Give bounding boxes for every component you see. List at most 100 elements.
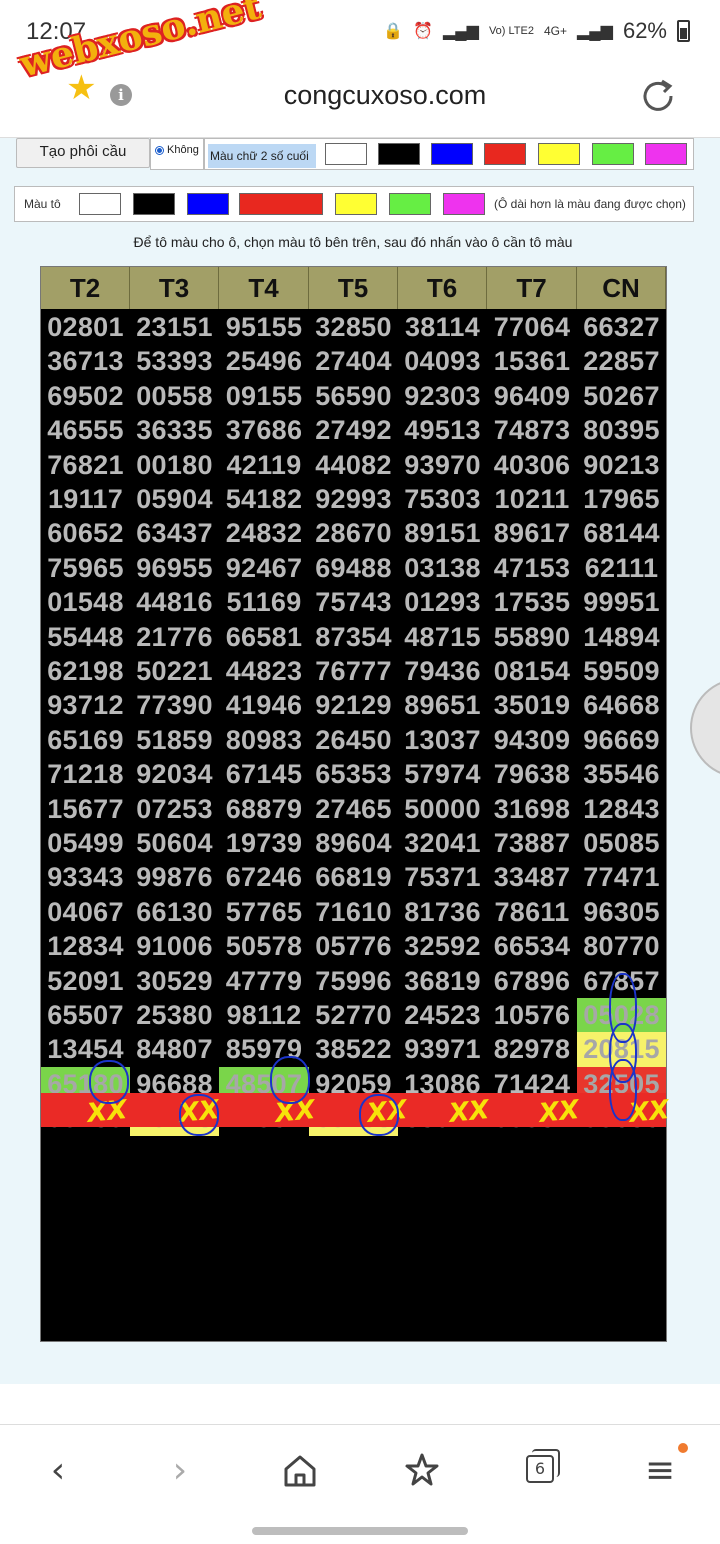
radio-icon[interactable] [155,146,164,155]
table-cell[interactable]: 50221 [130,654,219,688]
text-color-swatch[interactable] [538,143,580,165]
table-cell[interactable]: 02801 [41,310,130,344]
table-cell[interactable]: 57765 [219,895,309,929]
table-cell[interactable]: 99951 [577,585,666,619]
table-cell[interactable]: 93970 [398,448,487,482]
fill-color-swatch[interactable] [389,193,431,215]
table-cell[interactable]: 75965 [41,551,130,585]
table-cell[interactable]: 26450 [309,723,398,757]
fill-color-swatch[interactable] [133,193,175,215]
text-color-swatch[interactable] [592,143,634,165]
table-cell[interactable]: 36713 [41,344,130,378]
table-cell[interactable]: 35019 [487,688,577,722]
table-cell[interactable]: 55448 [41,620,130,654]
table-cell[interactable]: 55890 [487,620,577,654]
table-cell[interactable]: 07253 [130,792,219,826]
fill-color-swatch[interactable] [79,193,121,215]
table-cell[interactable]: 65353 [309,757,398,791]
create-button[interactable]: Tạo phôi cầu [16,138,150,168]
table-cell[interactable]: 54182 [219,482,309,516]
table-cell[interactable]: 05904 [130,482,219,516]
table-cell[interactable]: 93343 [41,860,130,894]
table-cell[interactable]: 24832 [219,516,309,550]
table-cell[interactable]: 12843 [577,792,666,826]
table-cell[interactable]: 75743 [309,585,398,619]
table-cell[interactable]: 69502 [41,379,130,413]
table-cell[interactable]: 77064 [487,310,577,344]
table-cell[interactable]: 67246 [219,860,309,894]
table-cell[interactable]: 65507 [41,998,130,1032]
table-cell[interactable]: 62111 [577,551,666,585]
table-cell[interactable]: 63437 [130,516,219,550]
table-cell[interactable]: 80770 [577,929,666,963]
table-cell[interactable]: 25380 [130,998,219,1032]
table-cell[interactable]: 52091 [41,964,130,998]
text-color-swatch[interactable] [378,143,420,165]
table-cell[interactable]: 79638 [487,757,577,791]
table-cell[interactable]: 47153 [487,551,577,585]
table-cell[interactable]: 25496 [219,344,309,378]
table-cell[interactable]: 28670 [309,516,398,550]
table-cell[interactable]: 91006 [130,929,219,963]
table-cell[interactable]: 19117 [41,482,130,516]
table-cell[interactable]: 32592 [398,929,487,963]
table-cell[interactable]: 00558 [130,379,219,413]
table-cell[interactable]: 67145 [219,757,309,791]
table-cell[interactable]: 66130 [130,895,219,929]
table-cell[interactable]: 48715 [398,620,487,654]
table-cell[interactable]: 36335 [130,413,219,447]
table-cell[interactable]: 66327 [577,310,666,344]
table-cell[interactable]: 21776 [130,620,219,654]
table-cell[interactable]: 17535 [487,585,577,619]
tabs-button[interactable]: 6 [516,1447,564,1495]
table-cell[interactable]: 14894 [577,620,666,654]
menu-icon[interactable]: ≡ [636,1447,684,1495]
text-color-swatch[interactable] [484,143,526,165]
table-cell[interactable]: 75371 [398,860,487,894]
table-cell[interactable]: 66581 [219,620,309,654]
table-cell[interactable]: 15677 [41,792,130,826]
table-cell[interactable]: 50578 [219,929,309,963]
table-cell[interactable]: 30529 [130,964,219,998]
table-cell[interactable]: 31698 [487,792,577,826]
table-cell[interactable]: 44816 [130,585,219,619]
table-cell[interactable]: 05499 [41,826,130,860]
table-cell[interactable]: 23151 [130,310,219,344]
table-cell[interactable]: 27465 [309,792,398,826]
table-cell[interactable]: 82978 [487,1032,577,1066]
text-color-swatch[interactable] [325,143,367,165]
table-cell[interactable]: 38522 [309,1032,398,1066]
fill-color-swatch[interactable] [443,193,485,215]
table-cell[interactable]: 99876 [130,860,219,894]
table-cell[interactable]: 73887 [487,826,577,860]
table-cell[interactable]: 04067 [41,895,130,929]
table-cell[interactable]: 89651 [398,688,487,722]
table-cell[interactable]: 96409 [487,379,577,413]
table-cell[interactable]: 08154 [487,654,577,688]
table-cell[interactable]: 35546 [577,757,666,791]
table-cell[interactable]: 92303 [398,379,487,413]
table-cell[interactable]: 96669 [577,723,666,757]
table-cell[interactable]: 75996 [309,964,398,998]
table-cell[interactable]: 93712 [41,688,130,722]
table-cell[interactable]: 65169 [41,723,130,757]
fill-color-swatch[interactable] [335,193,377,215]
table-cell[interactable]: 03138 [398,551,487,585]
table-cell[interactable]: 71218 [41,757,130,791]
table-cell[interactable]: 66534 [487,929,577,963]
table-cell[interactable]: 49513 [398,413,487,447]
table-cell[interactable]: 52770 [309,998,398,1032]
table-cell[interactable]: 96955 [130,551,219,585]
table-cell[interactable]: 75303 [398,482,487,516]
table-cell[interactable]: 89151 [398,516,487,550]
table-cell[interactable]: 96305 [577,895,666,929]
table-cell[interactable]: 66819 [309,860,398,894]
table-cell[interactable]: 92034 [130,757,219,791]
table-cell[interactable]: 12834 [41,929,130,963]
page-scroll-handle[interactable] [690,678,720,778]
table-cell[interactable]: 04093 [398,344,487,378]
table-cell[interactable]: 42119 [219,448,309,482]
table-cell[interactable]: 56590 [309,379,398,413]
table-cell[interactable]: 17965 [577,482,666,516]
table-cell[interactable]: 36819 [398,964,487,998]
